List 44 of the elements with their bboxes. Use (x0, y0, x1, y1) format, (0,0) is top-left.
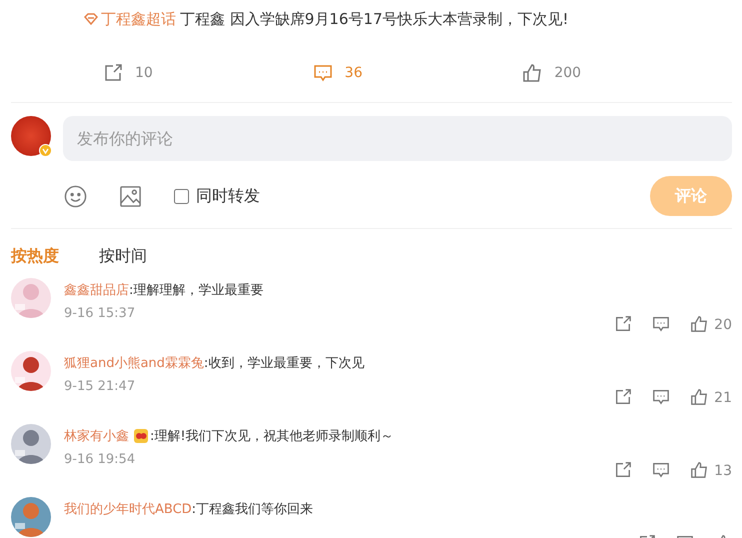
thumbs-up-icon (690, 315, 708, 333)
diamond-icon (84, 13, 98, 25)
like-count: 21 (714, 390, 732, 406)
thumbs-up-icon (690, 388, 708, 406)
image-button[interactable] (119, 184, 142, 208)
sort-tab[interactable]: 按时间 (99, 244, 147, 268)
share-icon (103, 63, 123, 83)
smiley-icon (64, 184, 87, 208)
submit-button[interactable]: 评论 (650, 176, 732, 216)
share-icon (614, 315, 632, 333)
comment-time: 9-16 19:54 (64, 452, 136, 467)
comment-icon (312, 63, 333, 83)
comment-text: :理解!我们下次见，祝其他老师录制顺利～ (150, 428, 394, 445)
comment-text: :丁程鑫我们等你回来 (192, 501, 314, 518)
like-count: 20 (714, 317, 732, 333)
thumbs-up-icon (522, 63, 542, 83)
comment-text: :理解理解，学业最重要 (129, 282, 264, 299)
comment-time: 9-16 15:37 (64, 306, 136, 321)
repost-checkbox[interactable] (174, 188, 189, 204)
repost-label: 同时转发 (196, 186, 260, 206)
user-name[interactable]: 林家有小鑫 (64, 427, 129, 445)
share-button[interactable]: 10 (103, 63, 313, 83)
sort-tab[interactable]: 按热度 (11, 244, 59, 268)
crown-badge-icon (133, 428, 149, 444)
comment-text: :收到，学业最重要，下次见 (204, 355, 364, 372)
comment-icon (652, 388, 670, 406)
user-name[interactable]: 鑫鑫甜品店 (64, 281, 129, 299)
share-icon (614, 461, 632, 479)
comment-time: 9-15 21:47 (64, 379, 136, 394)
thumbs-up-icon (690, 461, 708, 479)
emoji-button[interactable] (64, 184, 87, 208)
comment-icon (652, 461, 670, 479)
comment-button[interactable]: 36 (312, 63, 522, 83)
topic-link[interactable]: 丁程鑫超话 (84, 10, 176, 28)
like-button[interactable]: 200 (522, 63, 732, 83)
like-count: 13 (714, 463, 732, 479)
user-name[interactable]: 狐狸and小熊and霖霖兔 (64, 354, 204, 372)
comment-input-field[interactable]: 发布你的评论 (63, 116, 732, 161)
post-text: 丁程鑫 因入学缺席9月16号17号快乐大本营录制，下次见! (180, 10, 568, 28)
comment-icon (652, 315, 670, 333)
image-icon (119, 184, 142, 208)
verified-badge-icon (39, 144, 52, 157)
user-name[interactable]: 我们的少年时代ABCD (64, 500, 192, 518)
share-icon (614, 388, 632, 406)
